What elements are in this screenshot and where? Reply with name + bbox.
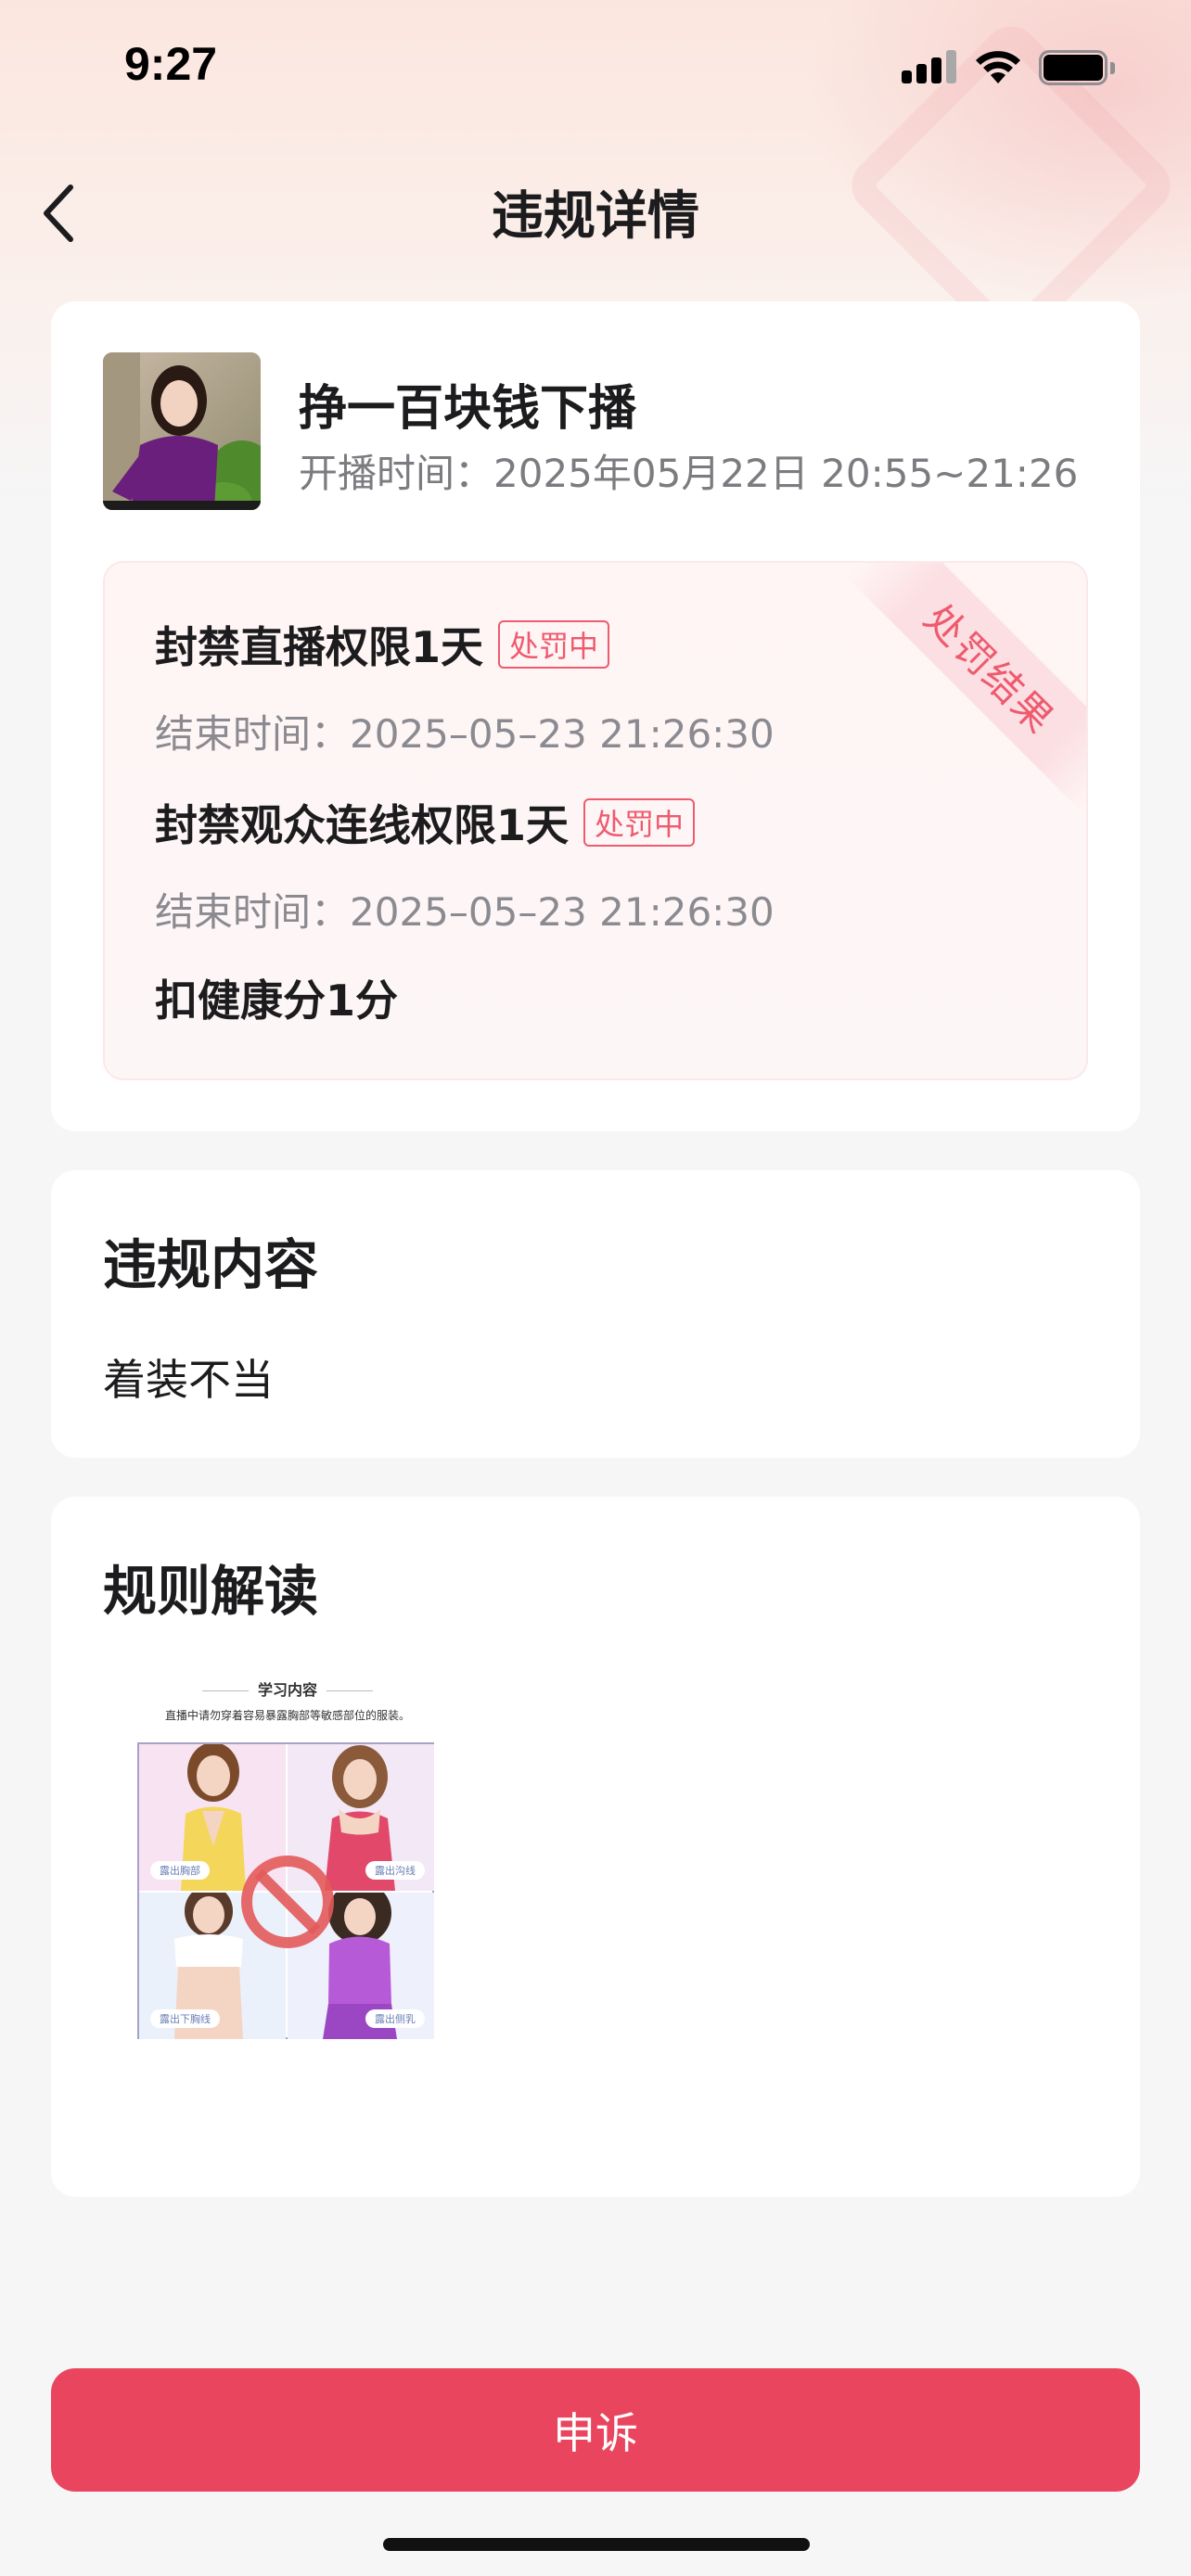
penalty-status-badge: 处罚中 — [498, 620, 610, 669]
rule-image-header: 学习内容 — [134, 1677, 441, 1700]
penalty-item-title: 封禁观众连线权限1天 — [155, 800, 570, 850]
illustration-label: 露出沟线 — [365, 1861, 425, 1880]
status-bar: 9:27 — [0, 0, 1191, 130]
penalty-item: 扣健康分1分 — [155, 967, 398, 1028]
illustration-label: 露出下胸线 — [150, 2009, 220, 2028]
penalty-item: 封禁直播权限1天 处罚中 结束时间：2025–05–23 21:26:30 — [155, 614, 775, 759]
violation-card: 违规内容 着装不当 — [51, 1170, 1140, 1458]
cellular-signal-icon — [902, 50, 957, 83]
penalty-item-title: 封禁直播权限1天 — [155, 622, 484, 672]
page-title: 违规详情 — [492, 186, 699, 247]
violation-section-title: 违规内容 — [103, 1233, 319, 1296]
appeal-button[interactable]: 申诉 — [51, 2368, 1140, 2492]
violation-content: 着装不当 — [103, 1355, 274, 1405]
rule-image-grid: 露出胸部 露出沟线 露出下胸线 露出侧乳 — [137, 1742, 434, 2039]
penalty-status-badge: 处罚中 — [583, 798, 696, 847]
rules-card: 规则解读 学习内容 直播中请勿穿着容易暴露胸部等敏感部位的服装。 露出胸部 露出… — [51, 1497, 1140, 2197]
rule-illustration-image[interactable]: 学习内容 直播中请勿穿着容易暴露胸部等敏感部位的服装。 露出胸部 露出沟线 露出… — [134, 1677, 441, 2067]
penalty-result-box: 处罚结果 封禁直播权限1天 处罚中 结束时间：2025–05–23 21:26:… — [103, 561, 1088, 1080]
prohibited-icon — [241, 1855, 334, 1948]
stream-time: 开播时间：2025年05月22日 20:55~21:26 — [299, 451, 1079, 496]
penalty-item-title: 扣健康分1分 — [155, 976, 399, 1026]
stream-title: 挣一百块钱下播 — [299, 381, 637, 437]
penalty-result-ribbon: 处罚结果 — [846, 563, 1086, 812]
wifi-icon — [976, 51, 1020, 83]
status-time: 9:27 — [124, 38, 218, 90]
battery-icon — [1039, 50, 1115, 85]
illustration-label: 露出侧乳 — [365, 2009, 425, 2028]
penalty-card: 挣一百块钱下播 开播时间：2025年05月22日 20:55~21:26 处罚结… — [51, 301, 1140, 1131]
penalty-item: 封禁观众连线权限1天 处罚中 结束时间：2025–05–23 21:26:30 — [155, 792, 775, 937]
rule-image-subtitle: 直播中请勿穿着容易暴露胸部等敏感部位的服装。 — [164, 1709, 410, 1722]
penalty-end-time: 结束时间：2025–05–23 21:26:30 — [155, 889, 775, 935]
home-indicator[interactable] — [383, 2538, 810, 2551]
rules-section-title: 规则解读 — [103, 1560, 319, 1623]
stream-cover-image[interactable] — [103, 352, 261, 510]
penalty-end-time: 结束时间：2025–05–23 21:26:30 — [155, 711, 775, 757]
illustration-label: 露出胸部 — [150, 1861, 210, 1880]
